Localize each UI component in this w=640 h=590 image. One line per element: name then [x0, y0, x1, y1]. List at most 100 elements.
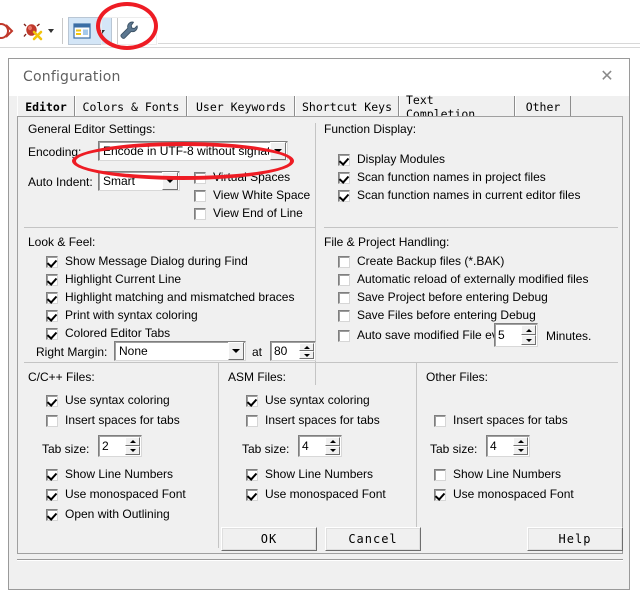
checkbox-virtual-spaces[interactable]: Virtual Spaces — [194, 171, 290, 184]
checkbox-other-show-line-numbers[interactable]: Show Line Numbers — [434, 468, 561, 481]
checkbox-icon[interactable] — [46, 328, 58, 340]
checkbox-icon[interactable] — [434, 469, 446, 481]
checkbox-cpp-show-line-numbers[interactable]: Show Line Numbers — [46, 468, 173, 481]
checkbox-icon[interactable] — [46, 415, 58, 427]
checkbox-asm-insert-spaces-for-tabs[interactable]: Insert spaces for tabs — [246, 414, 380, 427]
stepper-down-icon[interactable] — [325, 446, 340, 455]
checkbox-highlight-braces[interactable]: Highlight matching and mismatched braces — [46, 291, 294, 304]
chevron-down-icon[interactable] — [270, 142, 286, 160]
stepper-up-icon[interactable] — [125, 437, 140, 446]
asm-tab-size-label: Tab size: — [242, 442, 290, 456]
checkbox-icon[interactable] — [246, 489, 258, 501]
stepper-up-icon[interactable] — [513, 437, 528, 446]
checkbox-icon[interactable] — [46, 509, 58, 521]
auto-save-interval-stepper[interactable]: 5 — [494, 323, 538, 347]
checkbox-cpp-use-monospaced-font[interactable]: Use monospaced Font — [46, 488, 186, 501]
checkbox-auto-save-modified-file[interactable]: Auto save modified File every — [338, 329, 514, 342]
stepper-down-icon[interactable] — [521, 335, 536, 345]
auto-indent-combobox[interactable]: Smart — [98, 171, 180, 191]
checkbox-create-backup-files[interactable]: Create Backup files (*.BAK) — [338, 255, 504, 268]
checkbox-icon[interactable] — [46, 395, 58, 407]
checkbox-icon[interactable] — [338, 310, 350, 322]
checkbox-icon[interactable] — [194, 208, 206, 220]
stepper-buttons[interactable] — [325, 437, 340, 455]
checkbox-cpp-use-syntax-coloring[interactable]: Use syntax coloring — [46, 394, 170, 407]
debug-icon[interactable] — [0, 20, 18, 42]
checkbox-automatic-reload[interactable]: Automatic reload of externally modified … — [338, 273, 588, 286]
encoding-combobox[interactable]: Encode in UTF-8 without signature — [98, 141, 288, 161]
checkbox-other-use-monospaced-font[interactable]: Use monospaced Font — [434, 488, 574, 501]
checkbox-colored-editor-tabs[interactable]: Colored Editor Tabs — [46, 327, 170, 340]
checkbox-scan-current-editor-files[interactable]: Scan function names in current editor fi… — [338, 189, 580, 202]
checkbox-icon[interactable] — [246, 415, 258, 427]
tab-text-completion[interactable]: Text Completion — [399, 93, 515, 121]
tab-other[interactable]: Other — [515, 96, 571, 117]
chevron-down-icon[interactable] — [162, 172, 178, 190]
checkbox-asm-use-monospaced-font[interactable]: Use monospaced Font — [246, 488, 386, 501]
checkbox-icon[interactable] — [338, 292, 350, 304]
checkbox-print-syntax-coloring[interactable]: Print with syntax coloring — [46, 309, 198, 322]
checkbox-icon[interactable] — [46, 256, 58, 268]
checkbox-cpp-insert-spaces-for-tabs[interactable]: Insert spaces for tabs — [46, 414, 180, 427]
checkbox-icon[interactable] — [46, 292, 58, 304]
checkbox-icon[interactable] — [46, 489, 58, 501]
checkbox-view-white-space[interactable]: View White Space — [194, 189, 310, 202]
right-margin-column-stepper[interactable]: 80 — [270, 341, 316, 361]
stepper-up-icon[interactable] — [325, 437, 340, 446]
checkbox-view-end-of-line[interactable]: View End of Line — [194, 207, 303, 220]
stepper-buttons[interactable] — [125, 437, 140, 455]
help-button[interactable]: Help — [527, 527, 623, 551]
checkbox-asm-show-line-numbers[interactable]: Show Line Numbers — [246, 468, 373, 481]
window-layout-icon — [72, 21, 92, 41]
checkbox-icon[interactable] — [246, 395, 258, 407]
bug-delete-icon[interactable] — [22, 20, 44, 42]
other-tab-size-stepper[interactable]: 4 — [486, 435, 530, 457]
checkbox-icon[interactable] — [434, 489, 446, 501]
checkbox-icon[interactable] — [246, 469, 258, 481]
checkbox-icon[interactable] — [338, 256, 350, 268]
checkbox-show-message-dialog[interactable]: Show Message Dialog during Find — [46, 255, 248, 268]
checkbox-label: Use syntax coloring — [265, 393, 370, 407]
stepper-buttons[interactable] — [299, 343, 314, 359]
tab-colors-fonts[interactable]: Colors & Fonts — [75, 96, 187, 117]
checkbox-highlight-current-line[interactable]: Highlight Current Line — [46, 273, 181, 286]
right-margin-combobox[interactable]: None — [114, 341, 246, 361]
checkbox-icon[interactable] — [434, 415, 446, 427]
checkbox-display-modules[interactable]: Display Modules — [338, 153, 445, 166]
stepper-up-icon[interactable] — [521, 325, 536, 335]
checkbox-save-files-before-debug[interactable]: Save Files before entering Debug — [338, 309, 536, 322]
checkbox-icon[interactable] — [338, 274, 350, 286]
checkbox-icon[interactable] — [46, 310, 58, 322]
stepper-down-icon[interactable] — [125, 446, 140, 455]
checkbox-icon[interactable] — [338, 172, 350, 184]
chevron-down-icon[interactable] — [228, 342, 244, 360]
checkbox-icon[interactable] — [46, 469, 58, 481]
checkbox-other-insert-spaces-for-tabs[interactable]: Insert spaces for tabs — [434, 414, 568, 427]
cancel-button[interactable]: Cancel — [325, 527, 421, 551]
ok-button[interactable]: OK — [221, 527, 317, 551]
stepper-buttons[interactable] — [521, 325, 536, 345]
checkbox-icon[interactable] — [338, 330, 350, 342]
checkbox-save-project-before-debug[interactable]: Save Project before entering Debug — [338, 291, 548, 304]
checkbox-icon[interactable] — [338, 190, 350, 202]
checkbox-icon[interactable] — [338, 154, 350, 166]
dropdown-caret-icon[interactable] — [48, 29, 54, 33]
checkbox-icon[interactable] — [46, 274, 58, 286]
configure-toolbar-button[interactable] — [101, 17, 157, 45]
asm-tab-size-stepper[interactable]: 4 — [298, 435, 342, 457]
stepper-down-icon[interactable] — [299, 351, 314, 359]
stepper-up-icon[interactable] — [299, 343, 314, 351]
checkbox-icon[interactable] — [194, 190, 206, 202]
cpp-tab-size-stepper[interactable]: 2 — [98, 435, 142, 457]
stepper-buttons[interactable] — [513, 437, 528, 455]
tab-editor[interactable]: Editor — [17, 96, 75, 119]
tab-shortcut-keys[interactable]: Shortcut Keys — [295, 96, 399, 117]
stepper-down-icon[interactable] — [513, 446, 528, 455]
close-icon[interactable]: ✕ — [595, 66, 619, 88]
tab-user-keywords[interactable]: User Keywords — [187, 96, 295, 117]
checkbox-scan-project-files[interactable]: Scan function names in project files — [338, 171, 546, 184]
checkbox-asm-use-syntax-coloring[interactable]: Use syntax coloring — [246, 394, 370, 407]
at-label: at — [252, 345, 263, 359]
checkbox-icon[interactable] — [194, 172, 206, 184]
checkbox-cpp-open-with-outlining[interactable]: Open with Outlining — [46, 508, 170, 521]
